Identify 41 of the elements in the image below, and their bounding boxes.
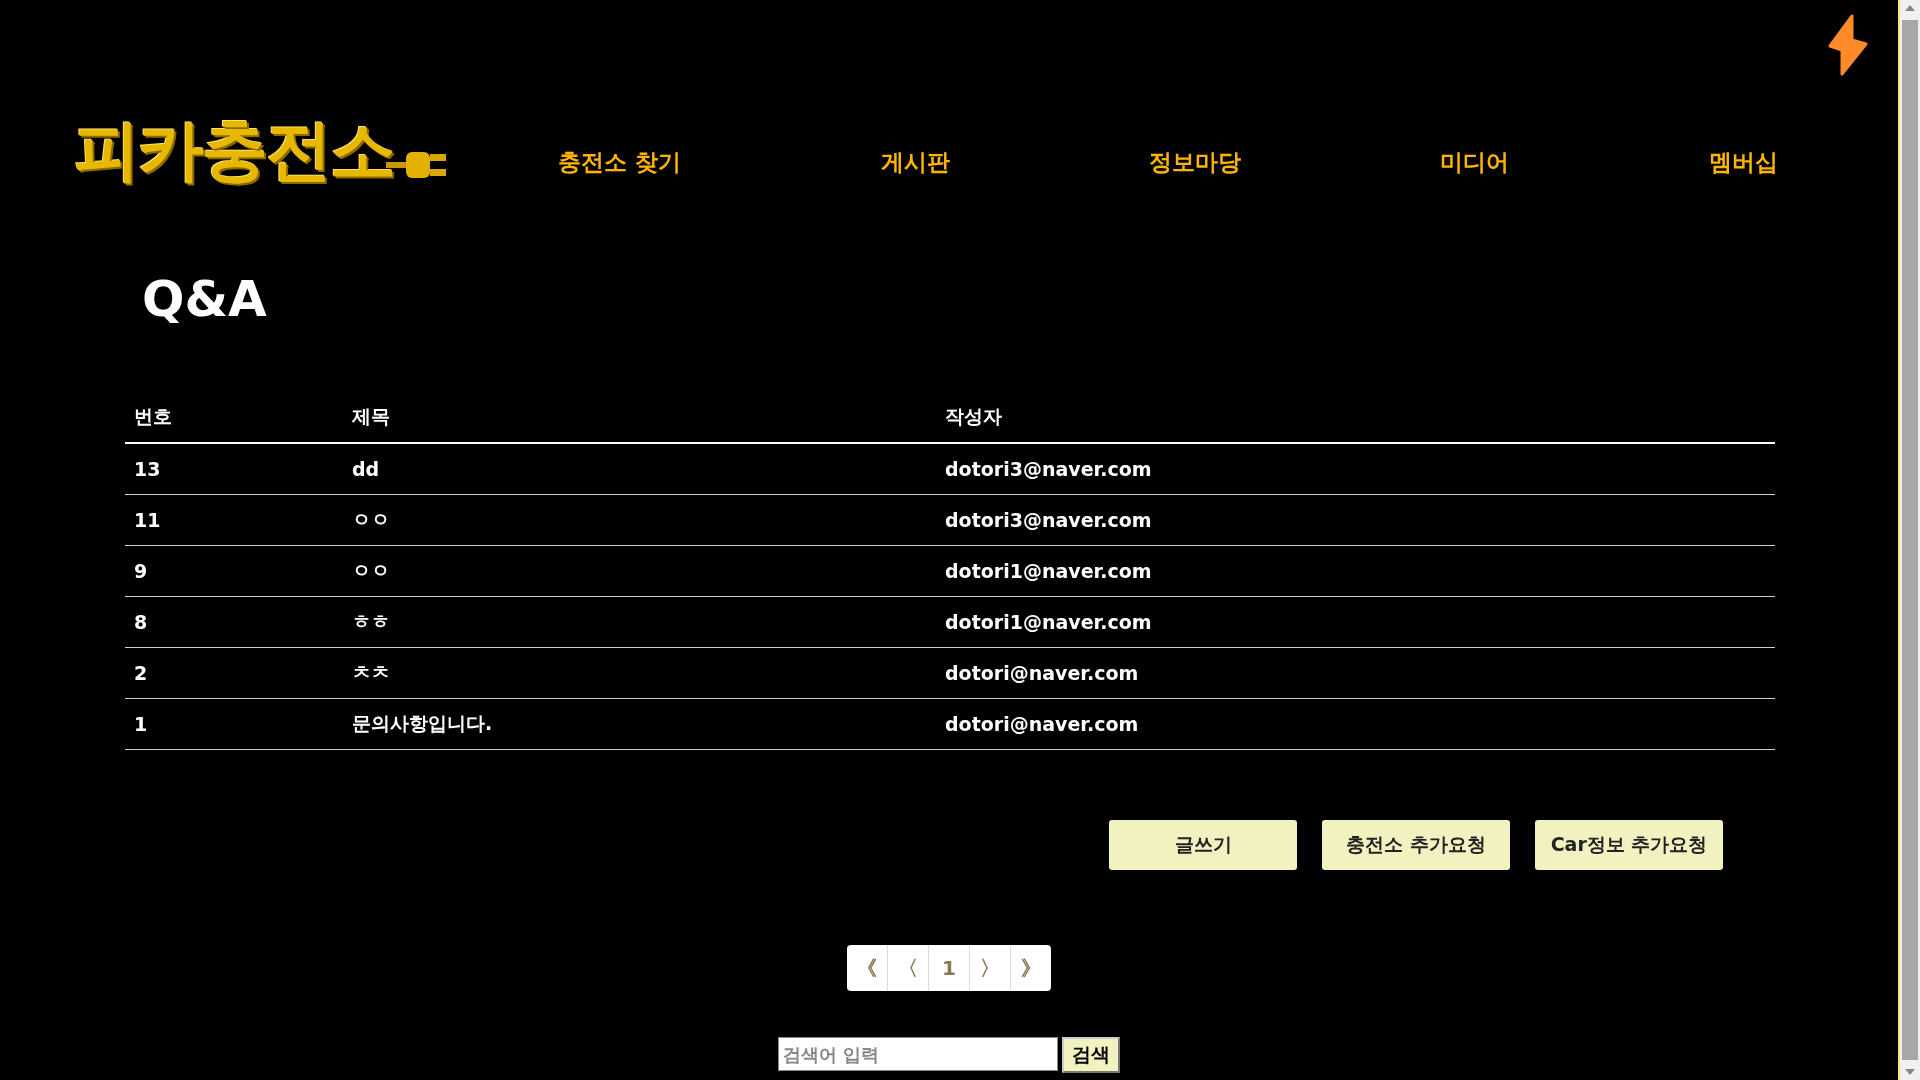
column-header: 번호 [125, 394, 343, 443]
scrollbar[interactable] [1898, 0, 1920, 1080]
table-cell: dotori3@naver.com [936, 443, 1775, 495]
table-cell: 9 [125, 545, 343, 597]
nav-link[interactable]: 멤버십 [1708, 147, 1778, 178]
lightning-icon [1828, 14, 1868, 76]
post-title-link[interactable]: 문의사항입니다. [343, 698, 936, 750]
action-button[interactable]: 글쓰기 [1109, 820, 1297, 870]
table-cell: 2 [125, 647, 343, 699]
table-cell: 8 [125, 596, 343, 648]
nav-link[interactable]: 정보마당 [1149, 147, 1241, 178]
action-button[interactable]: 충전소 추가요청 [1322, 820, 1510, 870]
search-field[interactable]: 검색어 입력 [778, 1037, 1058, 1071]
table-cell: dotori1@naver.com [936, 596, 1775, 648]
table-cell: 13 [125, 443, 343, 495]
action-button[interactable]: Car정보 추가요청 [1535, 820, 1723, 870]
table-cell: dotori@naver.com [936, 698, 1775, 750]
pagination-button[interactable]: 〈 [887, 945, 928, 991]
table-cell: 1 [125, 698, 343, 750]
post-title-link[interactable]: ㅇㅇ [343, 545, 936, 597]
nav-link[interactable]: 미디어 [1440, 147, 1510, 178]
pagination-button[interactable]: 1 [928, 945, 969, 991]
nav-link[interactable]: 충전소 찾기 [558, 147, 681, 178]
search-button[interactable]: 검색 [1062, 1037, 1120, 1073]
post-title-link[interactable]: ㅎㅎ [343, 596, 936, 648]
scrollbar-thumb[interactable] [1902, 20, 1918, 1060]
pagination-button[interactable]: 〉 [969, 945, 1010, 991]
table-cell: dotori3@naver.com [936, 494, 1775, 546]
pagination-button[interactable]: 》 [1010, 945, 1051, 991]
column-header: 작성자 [936, 394, 1775, 443]
post-title-link[interactable]: ㅇㅇ [343, 494, 936, 546]
table-cell: dotori1@naver.com [936, 545, 1775, 597]
nav-link[interactable]: 게시판 [880, 147, 950, 178]
page-title: Q&A [142, 270, 268, 328]
pagination-button[interactable]: 《 [847, 945, 887, 991]
post-title-link[interactable]: dd [343, 443, 936, 495]
site-logo-text[interactable]: 피카충전소 [74, 118, 394, 184]
column-header: 제목 [343, 394, 936, 443]
table-cell: 11 [125, 494, 343, 546]
post-title-link[interactable]: ㅊㅊ [343, 647, 936, 699]
table-cell: dotori@naver.com [936, 647, 1775, 699]
